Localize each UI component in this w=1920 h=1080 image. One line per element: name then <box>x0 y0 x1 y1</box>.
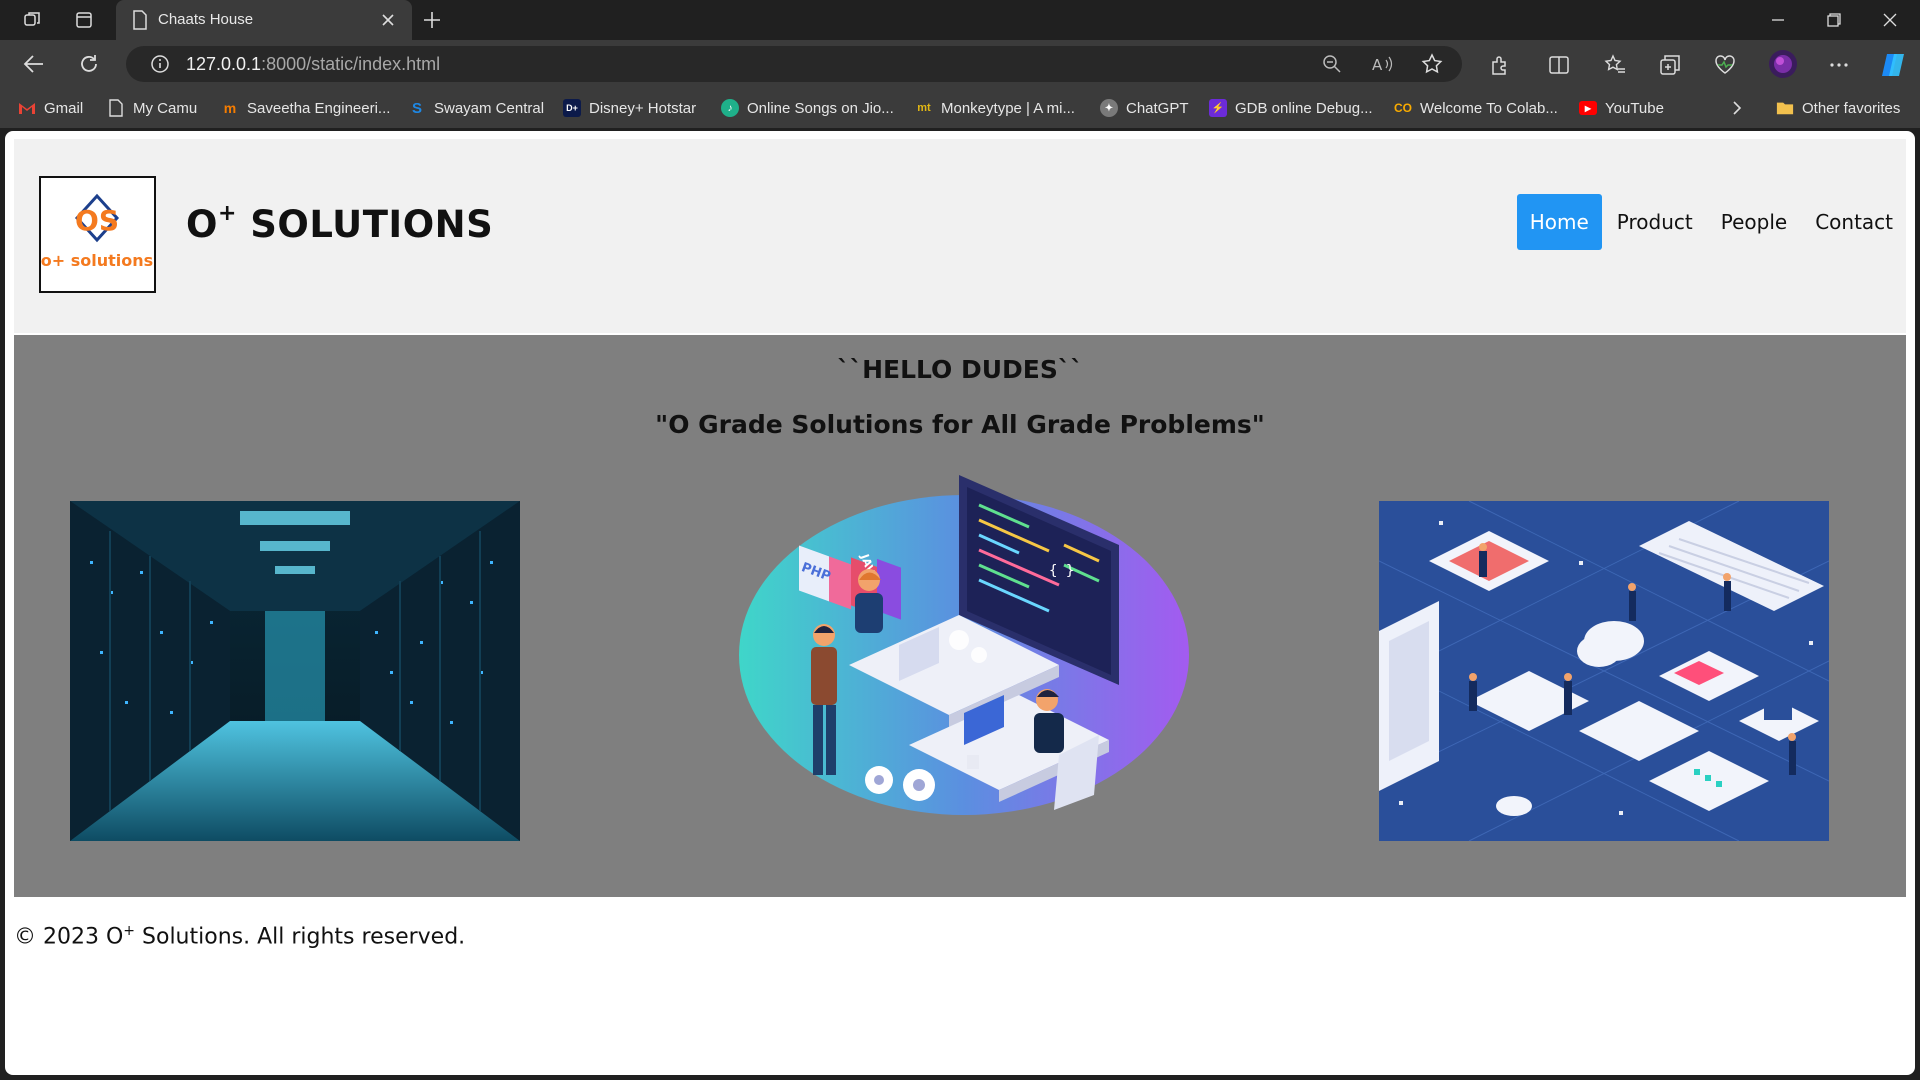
tab-actions-icon[interactable] <box>72 8 96 32</box>
nav-home[interactable]: Home <box>1516 194 1602 250</box>
tech-isometric-image <box>1379 501 1829 841</box>
gmail-icon <box>18 99 36 117</box>
footer-prefix: © 2023 O <box>14 924 124 950</box>
hero-tagline: "O Grade Solutions for All Grade Problem… <box>655 410 1265 439</box>
bookmark-label: GDB online Debug... <box>1235 99 1373 117</box>
bookmark-label: Welcome To Colab... <box>1420 99 1558 117</box>
monkeytype-icon: mt <box>917 102 931 114</box>
bookmark-label: Saveetha Engineeri... <box>247 99 391 117</box>
bookmark-chatgpt[interactable]: ✦ ChatGPT <box>1100 97 1189 119</box>
code-braces-label: { } <box>1049 563 1074 579</box>
workspaces-icon[interactable] <box>20 8 44 32</box>
minimize-icon[interactable] <box>1750 0 1806 40</box>
main-nav: Home Product People Contact <box>1515 194 1906 250</box>
page-viewport: OS o+ solutions O+ SOLUTIONS Home Produc… <box>5 131 1915 1075</box>
bookmark-label: Online Songs on Jio... <box>747 99 894 117</box>
logo-initials: OS <box>75 204 119 237</box>
bookmark-label: Other favorites <box>1802 99 1901 117</box>
address-bar[interactable]: 127.0.0.1:8000/static/index.html A <box>126 46 1462 82</box>
page-icon <box>107 99 125 117</box>
bookmark-jiosaavn[interactable]: ♪ Online Songs on Jio... <box>721 97 894 119</box>
browser-essentials-icon[interactable] <box>1712 52 1738 78</box>
bookmark-label: Monkeytype | A mi... <box>941 99 1075 117</box>
swayam-icon: S <box>411 99 422 117</box>
gdb-icon: ⚡ <box>1209 99 1227 117</box>
copilot-icon[interactable] <box>1878 50 1908 80</box>
split-screen-icon[interactable] <box>1546 52 1572 78</box>
nav-people[interactable]: People <box>1708 194 1800 250</box>
browser-toolbar: 127.0.0.1:8000/static/index.html A <box>0 40 1920 88</box>
bookmark-label: My Camu <box>133 99 198 117</box>
bookmark-label: Disney+ Hotstar <box>589 99 697 117</box>
saveetha-icon: m <box>223 100 237 116</box>
bookmark-hotstar[interactable]: D+ Disney+ Hotstar <box>563 97 696 119</box>
bookmark-label: Swayam Central <box>434 99 545 117</box>
brand-o: O <box>186 203 218 246</box>
nav-product[interactable]: Product <box>1604 194 1706 250</box>
profile-avatar[interactable] <box>1768 49 1798 79</box>
bookmark-mycamu[interactable]: My Camu <box>107 97 197 119</box>
page-icon <box>128 8 152 32</box>
bookmark-label: ChatGPT <box>1126 99 1189 117</box>
bookmark-swayam[interactable]: S Swayam Central <box>408 97 544 119</box>
site-header: OS o+ solutions O+ SOLUTIONS Home Produc… <box>14 139 1906 333</box>
datacenter-image <box>70 501 520 841</box>
close-tab-icon[interactable] <box>376 8 400 32</box>
bookmark-youtube[interactable]: ▶ YouTube <box>1579 97 1664 119</box>
read-aloud-icon[interactable]: A <box>1370 52 1394 76</box>
close-window-icon[interactable] <box>1862 0 1918 40</box>
more-options-icon[interactable] <box>1826 52 1852 78</box>
bookmark-gmail[interactable]: Gmail <box>18 97 83 119</box>
hero-title: ``HELLO DUDES`` <box>837 355 1083 384</box>
footer-suffix: Solutions. All rights reserved. <box>135 924 466 950</box>
nav-contact[interactable]: Contact <box>1802 194 1906 250</box>
active-tab[interactable]: Chaats House <box>116 0 412 40</box>
bookmark-gdb[interactable]: ⚡ GDB online Debug... <box>1209 97 1373 119</box>
url-host: 127.0.0.1 <box>186 54 262 74</box>
site-logo[interactable]: OS o+ solutions <box>39 176 156 293</box>
site-footer: © 2023 O+ Solutions. All rights reserved… <box>14 923 465 949</box>
folder-icon <box>1776 99 1794 117</box>
bookmark-label: Gmail <box>44 99 84 117</box>
bookmarks-bar: Gmail My Camu m Saveetha Engineeri... S … <box>0 88 1920 128</box>
logo-wordmark: o+ solutions <box>41 251 153 270</box>
tab-title: Chaats House <box>158 11 254 28</box>
favorite-star-icon[interactable] <box>1420 52 1444 76</box>
other-favorites[interactable]: Other favorites <box>1776 97 1900 119</box>
brand-rest: SOLUTIONS <box>236 203 494 246</box>
developers-illustration: { } PHP JAVA <box>729 465 1199 840</box>
url-text[interactable]: 127.0.0.1:8000/static/index.html <box>186 54 440 75</box>
bookmark-saveetha[interactable]: m Saveetha Engineeri... <box>221 97 391 119</box>
reload-icon[interactable] <box>77 52 101 76</box>
colab-icon: CO <box>1394 101 1412 115</box>
favorites-icon[interactable] <box>1602 52 1628 78</box>
svg-text:A: A <box>1372 56 1383 74</box>
brand-plus: + <box>217 200 237 226</box>
new-tab-icon[interactable] <box>420 8 444 32</box>
bookmarks-overflow-icon[interactable] <box>1730 97 1744 119</box>
footer-plus: + <box>123 923 136 939</box>
hotstar-icon: D+ <box>563 99 581 117</box>
restore-icon[interactable] <box>1806 0 1862 40</box>
jiosaavn-icon: ♪ <box>721 99 739 117</box>
hero-section: ``HELLO DUDES`` "O Grade Solutions for A… <box>14 335 1906 897</box>
site-title: O+ SOLUTIONS <box>186 200 494 246</box>
url-path: :8000/static/index.html <box>261 54 441 74</box>
bookmark-monkeytype[interactable]: mt Monkeytype | A mi... <box>915 97 1075 119</box>
tab-strip: Chaats House <box>0 0 1920 40</box>
collections-icon[interactable] <box>1657 52 1683 78</box>
bookmark-label: YouTube <box>1605 99 1664 117</box>
zoom-icon[interactable] <box>1320 52 1344 76</box>
bookmark-colab[interactable]: CO Welcome To Colab... <box>1394 97 1558 119</box>
site-info-icon[interactable] <box>148 52 172 76</box>
extensions-icon[interactable] <box>1487 52 1513 78</box>
back-icon[interactable] <box>22 52 46 76</box>
chatgpt-icon: ✦ <box>1100 99 1118 117</box>
youtube-icon: ▶ <box>1579 101 1597 115</box>
